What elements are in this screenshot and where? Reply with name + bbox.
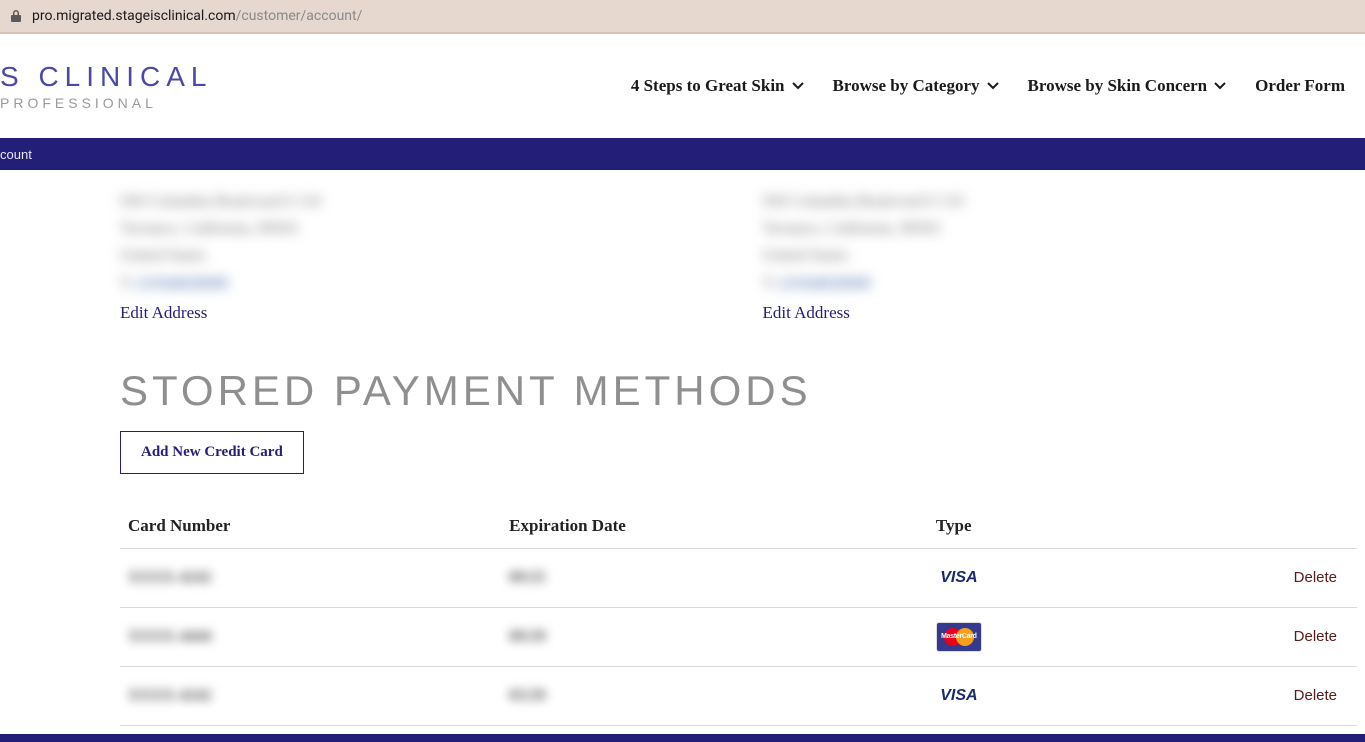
- phone-link[interactable]: (310)4626060: [137, 275, 228, 292]
- url-path: /customer/account/: [236, 8, 363, 24]
- table-row: XXXX-4242 03/29 VISA Delete: [120, 666, 1357, 725]
- card-number: XXXX-4242: [120, 666, 501, 725]
- card-type: VISA: [928, 548, 1127, 607]
- card-actions: Delete: [1127, 607, 1357, 666]
- card-actions: Delete: [1127, 548, 1357, 607]
- delete-card-link[interactable]: Delete: [1294, 569, 1337, 586]
- col-type: Type: [928, 504, 1127, 549]
- edit-shipping-address-link[interactable]: Edit Address: [763, 303, 850, 323]
- card-number: XXXX-4444: [120, 607, 501, 666]
- mastercard-icon: MasterCard: [936, 622, 982, 652]
- card-exp: 03/29: [501, 666, 928, 725]
- chevron-down-icon: [986, 79, 1000, 93]
- table-header-row: Card Number Expiration Date Type: [120, 504, 1357, 549]
- nav-4-steps[interactable]: 4 Steps to Great Skin: [631, 76, 805, 96]
- address-line: Torrance, California, 90503: [763, 215, 1365, 242]
- billing-address-text: 930 Columbia Boulevard # 110 Torrance, C…: [120, 188, 723, 297]
- col-card-number: Card Number: [120, 504, 501, 549]
- nav-label: 4 Steps to Great Skin: [631, 76, 785, 96]
- logo-primary-text: S CLINICAL: [0, 61, 213, 93]
- nav-label: Browse by Category: [833, 76, 980, 96]
- chevron-down-icon: [791, 79, 805, 93]
- visa-icon: VISA: [936, 681, 982, 711]
- stored-payment-title: STORED PAYMENT METHODS: [120, 367, 1365, 415]
- nav-label: Browse by Skin Concern: [1028, 76, 1208, 96]
- table-row: XXXX-4444 09/29 MasterCard Delete: [120, 607, 1357, 666]
- address-line: United States: [763, 242, 1365, 269]
- nav-label: Order Form: [1255, 76, 1345, 96]
- address-line: Torrance, California, 90503: [120, 215, 723, 242]
- account-subnav: count: [0, 138, 1365, 170]
- billing-address: 930 Columbia Boulevard # 110 Torrance, C…: [120, 188, 723, 323]
- browser-url-bar[interactable]: pro.migrated.stageisclinical.com/custome…: [0, 0, 1365, 34]
- card-number: XXXX-4242: [120, 548, 501, 607]
- address-phone: T: (310)4626060: [763, 270, 1365, 297]
- payment-methods-table: Card Number Expiration Date Type XXXX-42…: [120, 504, 1357, 726]
- nav-browse-skin-concern[interactable]: Browse by Skin Concern: [1028, 76, 1228, 96]
- url-host: pro.migrated.stageisclinical.com: [32, 8, 236, 24]
- visa-icon: VISA: [936, 563, 982, 593]
- address-line: 930 Columbia Boulevard # 110: [763, 188, 1365, 215]
- logo-secondary-text: PROFESSIONAL: [0, 95, 157, 111]
- site-logo[interactable]: S CLINICAL PROFESSIONAL: [0, 61, 213, 111]
- edit-billing-address-link[interactable]: Edit Address: [120, 303, 207, 323]
- shipping-address-text: 930 Columbia Boulevard # 110 Torrance, C…: [763, 188, 1365, 297]
- nav-browse-category[interactable]: Browse by Category: [833, 76, 1000, 96]
- address-line: United States: [120, 242, 723, 269]
- table-row: XXXX-4242 09/25 VISA Delete: [120, 548, 1357, 607]
- card-exp: 09/25: [501, 548, 928, 607]
- add-credit-card-button[interactable]: Add New Credit Card: [120, 431, 304, 474]
- nav-order-form[interactable]: Order Form: [1255, 76, 1345, 96]
- footer-accent-bar: [0, 734, 1365, 742]
- card-exp: 09/29: [501, 607, 928, 666]
- phone-link[interactable]: (310)4626060: [780, 275, 871, 292]
- site-header: S CLINICAL PROFESSIONAL 4 Steps to Great…: [0, 34, 1365, 138]
- col-actions: [1127, 504, 1357, 549]
- main-nav: 4 Steps to Great Skin Browse by Category…: [631, 76, 1345, 96]
- delete-card-link[interactable]: Delete: [1294, 687, 1337, 704]
- col-expiration: Expiration Date: [501, 504, 928, 549]
- lock-icon: [8, 8, 24, 24]
- delete-card-link[interactable]: Delete: [1294, 628, 1337, 645]
- card-type: MasterCard: [928, 607, 1127, 666]
- addresses-row: 930 Columbia Boulevard # 110 Torrance, C…: [120, 188, 1365, 323]
- card-actions: Delete: [1127, 666, 1357, 725]
- address-phone: T: (310)4626060: [120, 270, 723, 297]
- address-line: 930 Columbia Boulevard # 110: [120, 188, 723, 215]
- account-content: 930 Columbia Boulevard # 110 Torrance, C…: [0, 188, 1365, 726]
- chevron-down-icon: [1213, 79, 1227, 93]
- subnav-item[interactable]: count: [0, 147, 32, 162]
- shipping-address: 930 Columbia Boulevard # 110 Torrance, C…: [763, 188, 1365, 323]
- card-type: VISA: [928, 666, 1127, 725]
